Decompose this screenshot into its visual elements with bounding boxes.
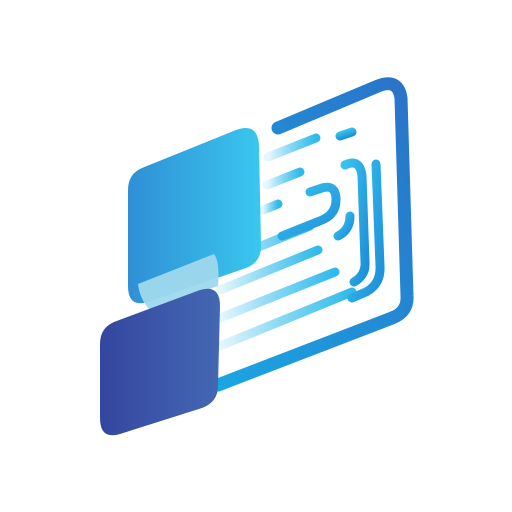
fingerprint-card-logo-icon	[100, 77, 414, 436]
app-icon-canvas	[0, 0, 512, 512]
bottom-block	[100, 288, 220, 436]
